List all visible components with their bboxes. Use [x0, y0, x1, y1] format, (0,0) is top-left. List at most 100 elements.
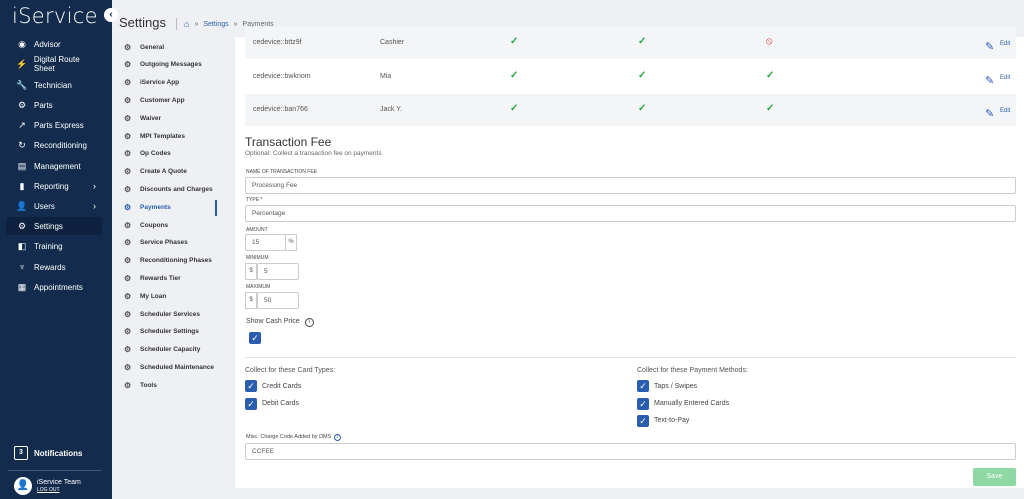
submenu-item-reconditioning-phases[interactable]: ⚙ Reconditioning Phases	[124, 254, 224, 268]
submenu-item-label: Tools	[140, 381, 157, 389]
check-icon: ✓	[510, 36, 519, 47]
device-id: cedevice::bwknom	[253, 73, 311, 80]
gear-icon: ⚙	[124, 42, 132, 52]
breadcrumb-settings[interactable]: Settings	[203, 21, 228, 28]
submenu-item-mpi-templates[interactable]: ⚙ MPI Templates	[124, 129, 224, 143]
sidebar-item-label: Users	[34, 201, 55, 211]
submenu-item-op-codes[interactable]: ⚙ Op Codes	[124, 147, 224, 161]
sidebar-item-settings[interactable]: ⚙ Settings	[6, 217, 102, 235]
gear-icon: ⚙	[124, 95, 132, 105]
divider	[8, 470, 102, 471]
submenu-item-scheduled-maintenance[interactable]: ⚙ Scheduled Maintenance	[124, 360, 224, 374]
gear-icon: ⚙	[124, 380, 132, 390]
submenu-item-outgoing-messages[interactable]: ⚙ Outgoing Messages	[124, 58, 224, 72]
sidebar-item-parts-express[interactable]: ↗ Parts Express	[6, 116, 102, 134]
submenu-item-coupons[interactable]: ⚙ Coupons	[124, 218, 224, 232]
sidebar-item-label: Technician	[34, 80, 72, 90]
sidebar-item-management[interactable]: ▤ Management	[6, 157, 102, 175]
sidebar-item-reporting[interactable]: ▮ Reporting ›	[6, 177, 102, 195]
sidebar-item-label: Parts Express	[34, 120, 84, 130]
submenu-item-service-phases[interactable]: ⚙ Service Phases	[124, 236, 224, 250]
minimum-input[interactable]: 5	[257, 263, 299, 280]
table-row: cedevice::bwknom Mia ✓ ✓ ✓ ✎ Edit	[245, 61, 1016, 93]
submenu-item-scheduler-settings[interactable]: ⚙ Scheduler Settings	[124, 325, 224, 339]
show-cash-price-checkbox[interactable]: ✓	[249, 332, 261, 344]
submenu-item-label: Waiver	[140, 114, 162, 122]
check-icon: ✓	[766, 103, 775, 114]
submenu-item-iservice-app[interactable]: ⚙ iService App	[124, 76, 224, 90]
submenu-item-label: Create A Quote	[140, 168, 187, 176]
sidebar-item-reconditioning[interactable]: ↻ Reconditioning	[6, 136, 102, 154]
user-icon: 👤	[16, 200, 28, 211]
trend-icon: ↗	[18, 119, 26, 130]
misc-charge-input[interactable]: CCFEE	[245, 443, 1016, 460]
notifications-button[interactable]: 3 Notifications	[14, 446, 82, 460]
submenu-item-label: Discounts and Charges	[140, 185, 213, 193]
submenu-item-customer-app[interactable]: ⚙ Customer App	[124, 93, 224, 107]
logout-link[interactable]: LOG OUT	[37, 487, 81, 493]
device-name: Mia	[380, 73, 392, 80]
sidebar-item-advisor[interactable]: ◉ Advisor	[6, 35, 102, 53]
info-icon[interactable]: i	[304, 318, 314, 327]
submenu-item-rewards-tier[interactable]: ⚙ Rewards Tier	[124, 271, 224, 285]
breadcrumb-separator: »	[194, 20, 199, 28]
info-icon[interactable]: i	[334, 434, 342, 441]
check-icon: ✓	[638, 103, 647, 114]
submenu-item-label: Scheduled Maintenance	[140, 363, 215, 371]
submenu-item-label: Op Codes	[140, 150, 171, 158]
sidebar-item-parts[interactable]: ⚙ Parts	[6, 96, 102, 114]
trophy-icon: ♆	[18, 262, 26, 272]
text-to-pay-label: Text-to-Pay	[654, 417, 690, 424]
app-logo: iService	[12, 4, 98, 28]
sidebar-item-users[interactable]: 👤 Users ›	[6, 197, 102, 215]
debit-cards-label: Debit Cards	[262, 400, 299, 407]
device-name: Jack Y.	[380, 106, 402, 113]
sidebar-item-rewards[interactable]: ♆ Rewards	[6, 258, 102, 276]
submenu-item-label: Customer App	[140, 96, 185, 104]
currency-prefix: $	[245, 263, 257, 280]
credit-cards-checkbox[interactable]: ✓	[245, 380, 257, 392]
edit-label: Edit	[1000, 75, 1011, 81]
text-to-pay-checkbox[interactable]: ✓	[637, 415, 649, 427]
misc-charge-label: Misc. Charge Code Added by DMS i	[246, 434, 342, 441]
bolt-icon: ⚡	[16, 58, 28, 69]
submenu-item-my-loan[interactable]: ⚙ My Loan	[124, 289, 224, 303]
edit-label: Edit	[1000, 108, 1011, 114]
gear-icon: ⚙	[124, 78, 132, 88]
submenu-item-scheduler-capacity[interactable]: ⚙ Scheduler Capacity	[124, 343, 224, 357]
submenu-item-create-a-quote[interactable]: ⚙ Create A Quote	[124, 165, 224, 179]
gear-icon: ⚙	[124, 167, 132, 177]
submenu-item-discounts-and-charges[interactable]: ⚙ Discounts and Charges	[124, 182, 224, 196]
submenu-active-indicator	[215, 200, 217, 216]
payment-methods-heading: Collect for these Payment Methods:	[637, 367, 748, 374]
debit-cards-checkbox[interactable]: ✓	[245, 398, 257, 410]
credit-cards-label: Credit Cards	[262, 383, 302, 390]
sidebar-item-label: Management	[34, 161, 81, 171]
maximum-input[interactable]: 50	[257, 292, 299, 309]
edit-icon: ✎	[985, 75, 995, 87]
manually-entered-checkbox[interactable]: ✓	[637, 398, 649, 410]
sidebar-item-technician[interactable]: 🔧 Technician	[6, 76, 102, 94]
submenu-item-general[interactable]: ⚙ General	[124, 40, 224, 54]
submenu-item-payments[interactable]: ⚙ Payments	[124, 200, 224, 214]
home-icon[interactable]: ⌂	[184, 19, 189, 29]
submenu-item-scheduler-services[interactable]: ⚙ Scheduler Services	[124, 307, 224, 321]
amount-input[interactable]: 15	[245, 234, 286, 251]
fee-name-input[interactable]: Processing Fee	[245, 177, 1016, 194]
submenu-item-waiver[interactable]: ⚙ Waiver	[124, 111, 224, 125]
sidebar-item-appointments[interactable]: ▦ Appointments	[6, 278, 102, 296]
chevron-right-icon: ›	[93, 181, 96, 191]
sidebar-item-digital-route-sheet[interactable]: ⚡ Digital Route Sheet	[6, 55, 102, 73]
settings-submenu: ⚙ General ⚙ Outgoing Messages ⚙ iService App ⚙…	[112, 40, 220, 499]
sidebar: iService ‹ ◉ Advisor ⚡ Digital Route Sheet 🔧…	[0, 0, 118, 499]
payments-panel: cedevice::bttz9f Cashier ✓ ✓ ⦸ ✎ Edit cedevice:…	[235, 27, 1024, 488]
submenu-item-tools[interactable]: ⚙ Tools	[124, 378, 224, 392]
collapse-sidebar-button[interactable]: ‹	[104, 8, 118, 22]
table-row: cedevice::ban766 Jack Y. ✓ ✓ ✓ ✎ Edit	[245, 94, 1016, 126]
fee-type-select[interactable]: Percentage	[245, 205, 1016, 222]
taps-swipes-checkbox[interactable]: ✓	[637, 380, 649, 392]
refresh-icon: ↻	[18, 139, 26, 150]
sidebar-item-training[interactable]: ◧ Training	[6, 237, 102, 255]
sidebar-item-label: Rewards	[34, 262, 66, 272]
save-button[interactable]: Save	[973, 468, 1016, 486]
